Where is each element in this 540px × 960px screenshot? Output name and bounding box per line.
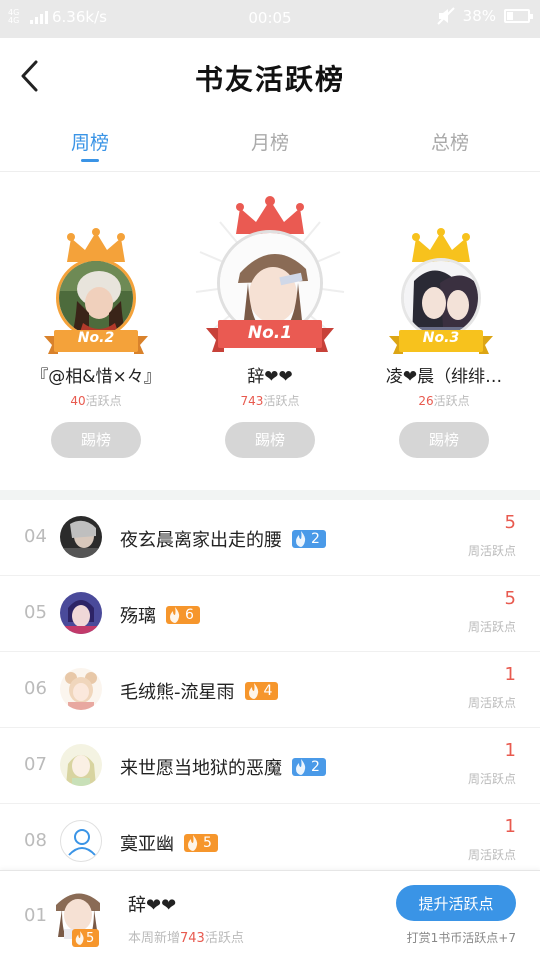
- avatar-image: [60, 592, 102, 634]
- mute-icon: [436, 7, 455, 25]
- user-name: 毛绒熊-流星雨 4: [120, 678, 279, 704]
- level-badge: 5: [184, 834, 218, 852]
- list-item[interactable]: 07 来世愿当地狱的恶魔 2 1 周活跃点: [0, 728, 540, 804]
- avatar[interactable]: [60, 820, 102, 862]
- podium-name: 『@相&惜×々』: [31, 367, 161, 387]
- flame-icon: [296, 531, 306, 547]
- avatar-image: [404, 261, 478, 335]
- podium-points: 40活跃点: [70, 394, 122, 408]
- section-divider: [0, 490, 540, 500]
- score-value: 1: [504, 664, 516, 685]
- rank-number: 04: [24, 526, 47, 547]
- status-bar: 4G 4G 6.36k/s 00:05 38%: [0, 0, 540, 38]
- list-item[interactable]: 04 夜玄晨离家出走的腰 2 5 周活跃点: [0, 500, 540, 576]
- my-rank-bar: 01 5 辞❤❤ 本周新增743活跃点 提升活跃点 打赏1书币活跃点+7: [0, 870, 540, 960]
- flame-icon: [75, 931, 84, 945]
- rank-label: No.1: [247, 323, 293, 343]
- my-weekly-points: 本周新增743活跃点: [128, 931, 244, 946]
- score-value: 1: [504, 816, 516, 837]
- rank-number: 05: [24, 602, 47, 623]
- my-rank-number: 01: [24, 905, 47, 926]
- my-level-badge: 5: [72, 929, 100, 947]
- score-unit: 周活跃点: [467, 772, 516, 786]
- podium: No.2 『@相&惜×々』 40活跃点 踢榜 No.1 辞❤❤ 743活跃点 踢…: [0, 172, 540, 490]
- flame-icon: [170, 607, 180, 623]
- user-name: 来世愿当地狱的恶魔 2: [120, 754, 326, 780]
- boost-points-button[interactable]: 提升活跃点: [396, 885, 516, 921]
- level-badge: 4: [244, 682, 279, 700]
- default-avatar-icon: [68, 829, 96, 856]
- user-name: 寞亚幽 5: [120, 830, 218, 856]
- kick-button[interactable]: 踢榜: [225, 422, 315, 458]
- battery-percent: 38%: [462, 7, 496, 25]
- list-item[interactable]: 05 殇璃 6 5 周活跃点: [0, 576, 540, 652]
- avatar[interactable]: [60, 516, 102, 558]
- score-unit: 周活跃点: [467, 544, 516, 558]
- level-badge: 6: [166, 606, 200, 624]
- tab-monthly[interactable]: 月榜: [180, 114, 360, 171]
- rank-number: 08: [24, 830, 47, 851]
- rank-label: No.2: [77, 330, 115, 346]
- list-item[interactable]: 06 毛绒熊-流星雨 4 1 周活跃点: [0, 652, 540, 728]
- avatar[interactable]: [60, 744, 102, 786]
- score-unit: 周活跃点: [467, 696, 516, 710]
- score-unit: 周活跃点: [467, 848, 516, 862]
- user-name: 夜玄晨离家出走的腰 2: [120, 526, 326, 552]
- tab-total[interactable]: 总榜: [360, 114, 540, 171]
- avatar[interactable]: [56, 258, 136, 338]
- list-item[interactable]: 08 寞亚幽 5 1 周活跃点: [0, 804, 540, 880]
- podium-name: 辞❤❤: [247, 367, 293, 387]
- kick-button[interactable]: 踢榜: [51, 422, 141, 458]
- avatar[interactable]: [401, 258, 481, 338]
- header: 书友活跃榜: [0, 38, 540, 114]
- kick-button[interactable]: 踢榜: [399, 422, 489, 458]
- score-value: 1: [504, 740, 516, 761]
- tab-weekly[interactable]: 周榜: [0, 114, 180, 171]
- tab-bar: 周榜 月榜 总榜: [0, 114, 540, 172]
- ranking-list: 04 夜玄晨离家出走的腰 2 5 周活跃点 05 殇璃 6 5 周活跃点 06 毛绒…: [0, 500, 540, 880]
- avatar-image: [60, 744, 102, 786]
- avatar-image: [60, 516, 102, 558]
- podium-second: No.2 『@相&惜×々』 40活跃点 踢榜: [6, 172, 186, 472]
- avatar[interactable]: [60, 592, 102, 634]
- flame-icon: [296, 759, 306, 775]
- score-value: 5: [504, 512, 516, 533]
- battery-icon: [504, 9, 533, 23]
- reward-tip: 打赏1书币活跃点+7: [406, 931, 516, 945]
- podium-first: No.1 辞❤❤ 743活跃点 踢榜: [180, 172, 360, 472]
- avatar-image: [60, 668, 102, 710]
- podium-name: 凌❤晨（绯绯…: [385, 367, 503, 387]
- score-unit: 周活跃点: [467, 620, 516, 634]
- podium-points: 743活跃点: [240, 394, 300, 408]
- podium-points: 26活跃点: [418, 394, 470, 408]
- podium-third: No.3 凌❤晨（绯绯… 26活跃点 踢榜: [354, 172, 534, 472]
- flame-icon: [248, 683, 258, 699]
- rank-number: 07: [24, 754, 47, 775]
- rank-number: 06: [24, 678, 47, 699]
- level-badge: 2: [292, 758, 326, 776]
- status-right: 38%: [436, 7, 533, 25]
- user-name: 殇璃 6: [120, 602, 200, 628]
- level-badge: 2: [292, 530, 326, 548]
- score-value: 5: [504, 588, 516, 609]
- flame-icon: [188, 835, 198, 851]
- avatar[interactable]: [60, 668, 102, 710]
- avatar-image: [59, 261, 133, 335]
- my-name: 辞❤❤: [128, 895, 177, 916]
- rank-label: No.3: [422, 330, 460, 346]
- page-title: 书友活跃榜: [194, 63, 345, 96]
